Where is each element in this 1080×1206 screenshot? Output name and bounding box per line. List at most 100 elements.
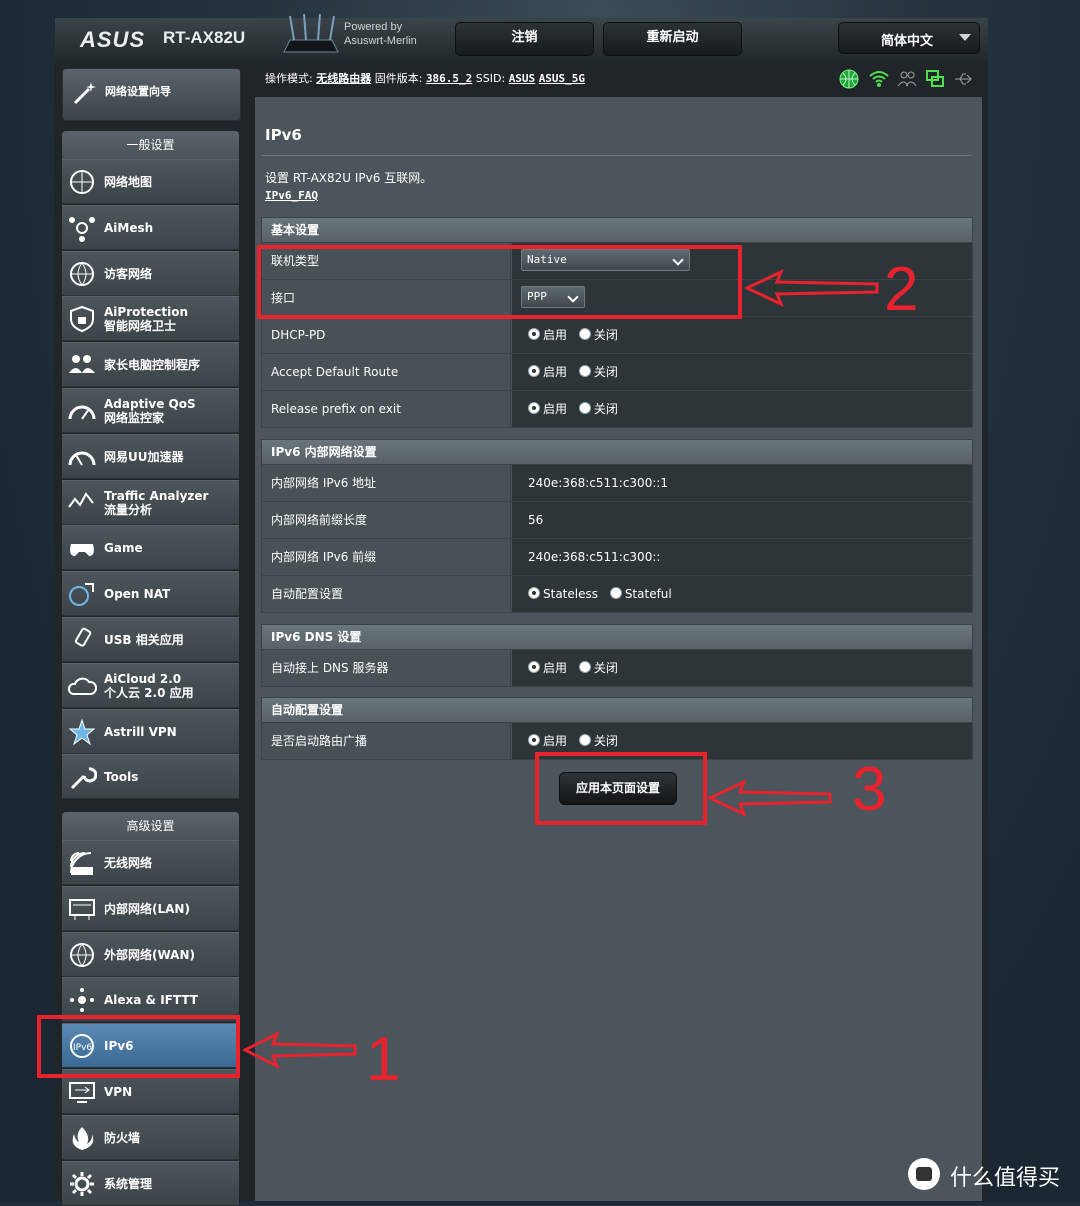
router-adv-enable-radio[interactable] <box>528 734 540 746</box>
firmware-link[interactable]: 386.5_2 <box>426 72 472 85</box>
stateful-radio[interactable] <box>609 587 622 599</box>
annotation-number-1: 1 <box>366 1025 401 1094</box>
nav-item-label: Game <box>104 541 143 555</box>
nav-item-label: Open NAT <box>104 587 170 601</box>
nav-item-label: AiProtection 智能网络卫士 <box>104 305 188 333</box>
watermark-logo-icon <box>908 1158 940 1190</box>
dhcp-pd-disable-radio[interactable] <box>578 328 591 340</box>
wand-icon <box>73 82 96 105</box>
sidebar-item-usb[interactable]: USB 相关应用 <box>62 617 239 662</box>
router-icon <box>283 13 339 53</box>
sidebar-item-tools[interactable]: Tools <box>62 754 239 800</box>
enable-label: 启用 <box>543 328 568 342</box>
sidebar-item-adv-7[interactable]: 系统管理 <box>62 1160 239 1206</box>
watermark-text: 什么值得买 <box>950 1166 1061 1191</box>
nav-item-label: USB 相关应用 <box>104 633 184 647</box>
prefix-len-row: 内部网络前缀长度 56 <box>261 502 973 539</box>
nav-label-line1: AiProtection <box>104 305 188 320</box>
dhcp-pd-enable-radio[interactable] <box>528 328 540 340</box>
sidebar-item-tools-icon <box>70 767 97 790</box>
clients-icon[interactable] <box>896 68 918 90</box>
ipv6-faq-link[interactable]: IPv6_FAQ <box>265 189 318 202</box>
dns-auto-enable-radio[interactable] <box>528 661 540 673</box>
usb-icon[interactable] <box>952 68 974 90</box>
general-settings-header: 一般设置 <box>62 131 239 159</box>
sidebar-item-aicloud-2-0[interactable]: AiCloud 2.0 个人云 2.0 应用 <box>62 662 239 708</box>
annotation-arrow-3 <box>708 779 832 817</box>
aimesh-status-icon[interactable] <box>924 68 946 90</box>
nav-label-line1: Alexa & IFTTT <box>104 993 198 1008</box>
sidebar-item-adv-0[interactable]: 无线网络 <box>62 840 239 885</box>
prefix-label: 内部网络 IPv6 前缀 <box>262 539 511 575</box>
sidebar-item-[interactable]: 家长电脑控制程序 <box>62 342 239 388</box>
sidebar-item-aimesh[interactable]: AiMesh <box>62 204 239 250</box>
ssid-5g-link[interactable]: ASUS_5G <box>539 72 585 85</box>
enable-label: 启用 <box>543 365 568 379</box>
stateless-radio[interactable] <box>528 587 540 599</box>
nav-item-label: AiMesh <box>104 221 153 235</box>
accept-route-enable-radio[interactable] <box>528 365 540 377</box>
sidebar-item-adv-1[interactable]: 内部网络(LAN) <box>62 885 239 931</box>
nav-label-line1: 网络地图 <box>104 175 153 189</box>
sidebar-item-adaptive-qos[interactable]: Adaptive QoS 网络监控家 <box>62 388 239 433</box>
sidebar-item-adv-2[interactable]: 外部网络(WAN) <box>62 931 239 977</box>
dns-auto-options: 启用 关闭 <box>512 650 972 686</box>
disable-label: 关闭 <box>593 661 618 675</box>
accept-route-row: Accept Default Route 启用 关闭 <box>261 354 973 391</box>
wifi-icon[interactable] <box>868 68 890 90</box>
sidebar-item-astrill-vpn[interactable]: Astrill VPN <box>62 708 239 754</box>
sidebar-item--icon <box>70 261 94 286</box>
setup-wizard-label: 网络设置向导 <box>105 85 171 98</box>
ssid-2g-link[interactable]: ASUS <box>509 72 536 85</box>
disable-label: 关闭 <box>593 365 618 379</box>
nav-item-label: AiCloud 2.0 个人云 2.0 应用 <box>104 672 194 700</box>
release-prefix-options: 启用 关闭 <box>512 391 972 427</box>
annotation-number-2: 2 <box>884 255 919 324</box>
sidebar-item-game[interactable]: Game <box>62 525 239 571</box>
router-adv-label: 是否启动路由广播 <box>262 723 511 759</box>
mode-label: 操作模式: <box>265 72 313 85</box>
nav-label-line1: 家长电脑控制程序 <box>104 358 201 373</box>
sidebar-item-adv-0-icon <box>70 852 93 875</box>
sidebar-item-astrill-vpn-icon <box>68 718 96 745</box>
release-prefix-disable-radio[interactable] <box>578 402 591 414</box>
nav-label-line1: 防火墙 <box>104 1130 141 1145</box>
dhcp-pd-row: DHCP-PD 启用 关闭 <box>261 317 973 354</box>
nav-label-line1: 网易UU加速器 <box>104 449 184 464</box>
nav-label-line1: 访客网络 <box>104 266 153 281</box>
router-adv-disable-radio[interactable] <box>578 734 591 746</box>
annotation-box-3 <box>535 752 707 825</box>
sidebar-item-[interactable]: 网络地图 <box>62 159 239 204</box>
asus-logo[interactable]: ASUS <box>80 27 145 53</box>
annotation-box-2 <box>257 245 742 319</box>
setup-wizard-button[interactable]: 网络设置向导 <box>62 68 241 121</box>
model-name: RT-AX82U <box>163 28 246 47</box>
dns-auto-disable-radio[interactable] <box>578 661 591 673</box>
reboot-button[interactable]: 重新启动 <box>603 22 742 56</box>
nav-item-label: 访客网络 <box>104 267 152 281</box>
sidebar-item-[interactable]: 访客网络 <box>62 250 239 296</box>
logout-button[interactable]: 注销 <box>455 22 594 56</box>
sidebar-item-traffic-analyzer[interactable]: Traffic Analyzer 流量分析 <box>62 479 239 525</box>
release-prefix-enable-radio[interactable] <box>528 402 540 414</box>
nav-item-label: Adaptive QoS 网络监控家 <box>104 397 196 425</box>
chevron-down-icon <box>959 34 971 41</box>
page-description: 设置 RT-AX82U IPv6 互联网。 <box>265 171 433 185</box>
mode-link[interactable]: 无线路由器 <box>316 72 371 85</box>
nav-item-label: Astrill VPN <box>104 725 177 739</box>
enable-label: 启用 <box>543 661 568 675</box>
sidebar-item-aiprotection[interactable]: AiProtection 智能网络卫士 <box>62 296 239 342</box>
nav-label-line2: 智能网络卫士 <box>104 319 177 334</box>
nav-item-label: 家长电脑控制程序 <box>104 358 200 372</box>
accept-route-disable-radio[interactable] <box>578 365 591 377</box>
internet-globe-icon[interactable] <box>838 68 860 90</box>
sidebar-item-adv-6[interactable]: 防火墙 <box>62 1114 239 1160</box>
sidebar-item-uu[interactable]: 网易UU加速器 <box>62 433 239 479</box>
annotation-arrow-1 <box>243 1030 357 1070</box>
dns-auto-row: 自动接上 DNS 服务器 启用 关闭 <box>261 650 973 687</box>
sidebar-item-open-nat[interactable]: Open NAT <box>62 571 239 617</box>
language-select[interactable]: 简体中文 <box>838 22 980 54</box>
sidebar-item-adv-5-icon <box>69 1082 95 1103</box>
annotation-number-3: 3 <box>852 755 887 824</box>
sidebar-item-game-icon <box>70 544 94 557</box>
